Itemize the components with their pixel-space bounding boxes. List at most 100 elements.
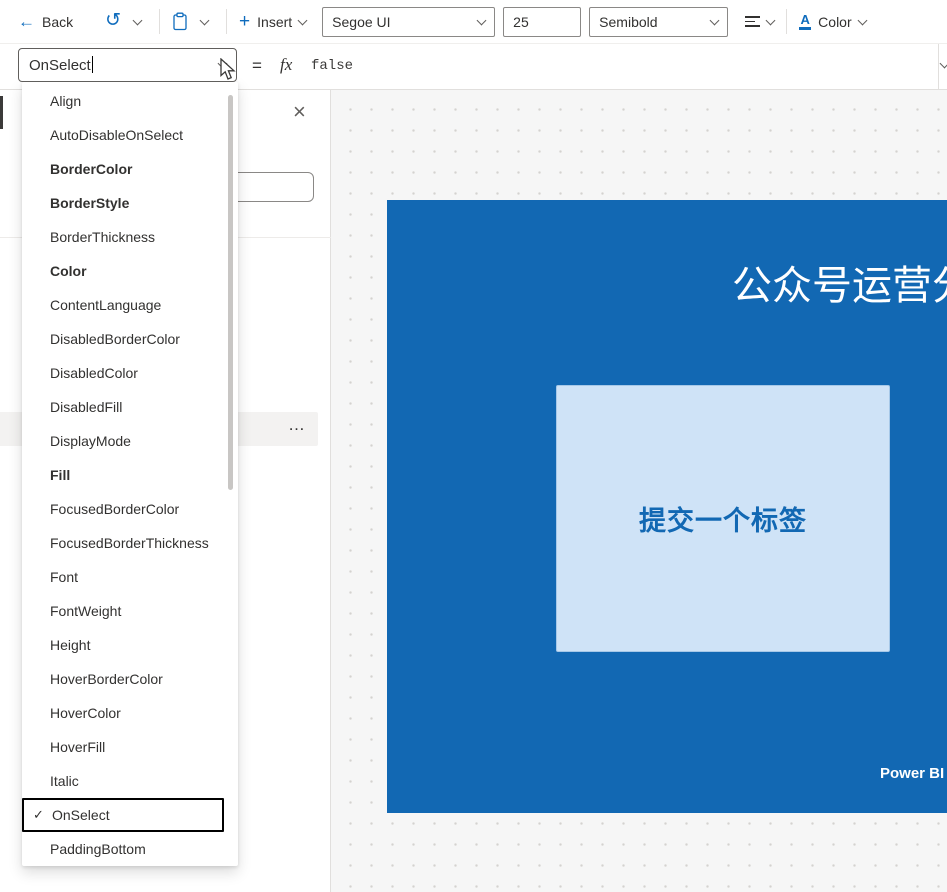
property-list-item[interactable]: DisabledBorderColor: [22, 322, 238, 356]
property-list-item[interactable]: Color: [22, 254, 238, 288]
font-size-value: 25: [513, 13, 529, 30]
property-list-item[interactable]: AutoDisableOnSelect: [22, 118, 238, 152]
insert-label: Insert: [257, 13, 293, 30]
property-list-item-label: Color: [50, 263, 87, 279]
property-list-item-label: FocusedBorderThickness: [50, 535, 209, 551]
toolbar-divider: [226, 9, 228, 34]
power-apps-studio: ← Back ↺ + Insert Segoe UI 25 Semibold A…: [0, 0, 947, 892]
property-list-item-label: HoverFill: [50, 739, 106, 755]
tile-button-label: 提交一个标签: [639, 506, 807, 536]
property-list-item[interactable]: HoverColor: [22, 696, 238, 730]
property-list-item[interactable]: PaddingBottom: [22, 832, 238, 866]
chevron-down-icon: [765, 15, 776, 25]
property-list-item[interactable]: Font: [22, 560, 238, 594]
text-caret: [91, 56, 93, 73]
undo-icon: ↺: [105, 10, 122, 31]
property-list-item-label: PaddingBottom: [50, 841, 146, 857]
property-list-item[interactable]: DisabledFill: [22, 390, 238, 424]
chevron-down-icon: [199, 15, 209, 25]
property-list-item[interactable]: ContentLanguage: [22, 288, 238, 322]
property-list-item[interactable]: HoverBorderColor: [22, 662, 238, 696]
power-bi-brand: Power BI: [880, 765, 945, 782]
property-list-item-label: Align: [50, 93, 82, 109]
back-button[interactable]: ← Back: [16, 6, 75, 38]
more-options-button[interactable]: …: [288, 415, 306, 435]
tile-button[interactable]: 提交一个标签: [556, 385, 890, 652]
text-align-icon: [745, 16, 761, 27]
font-size-dropdown[interactable]: 25: [503, 6, 582, 37]
property-list-item-label: FontWeight: [50, 603, 122, 619]
back-label: Back: [42, 13, 74, 30]
property-list-item[interactable]: BorderStyle: [22, 186, 238, 220]
property-dropdown-flyout: Align AutoDisableOnSelect BorderColor Borde…: [22, 82, 238, 866]
chevron-down-icon[interactable]: [217, 58, 228, 69]
property-list-item-label: Font: [50, 569, 79, 585]
toolbar-divider: [159, 9, 161, 34]
property-list-item-label: BorderColor: [50, 161, 133, 177]
property-list-item-label: Italic: [50, 773, 79, 789]
property-list-item[interactable]: BorderColor: [22, 152, 238, 186]
fx-icon: fx: [280, 55, 293, 74]
chevron-down-icon: [476, 15, 487, 25]
font-weight-value: Semibold: [599, 13, 658, 30]
flyout-scrollbar[interactable]: [228, 95, 233, 490]
close-icon[interactable]: ×: [293, 101, 306, 123]
property-list-item[interactable]: DisplayMode: [22, 424, 238, 458]
property-list-item[interactable]: HoverFill: [22, 730, 238, 764]
property-list-item-label: HoverBorderColor: [50, 671, 163, 687]
rail-selection-indicator: [0, 96, 3, 129]
undo-button[interactable]: ↺: [103, 6, 123, 38]
power-bi-tile[interactable]: 公众号运营分析 提交一个标签 Power BI: [387, 200, 947, 813]
property-selector-value: OnSelect: [29, 56, 93, 74]
paste-dropdown-button[interactable]: [192, 7, 216, 37]
color-button[interactable]: A Color: [797, 6, 868, 38]
property-list-item[interactable]: Height: [22, 628, 238, 662]
property-list-item[interactable]: Italic: [22, 764, 238, 798]
font-color-icon: A: [799, 13, 812, 30]
font-weight-dropdown[interactable]: Semibold: [589, 6, 729, 37]
clipboard-icon: [173, 12, 187, 31]
formula-bar-divider: [938, 44, 939, 90]
property-list-item-label: DisabledBorderColor: [50, 331, 180, 347]
canvas-design-surface[interactable]: 公众号运营分析 提交一个标签 Power BI: [331, 90, 947, 892]
property-list-item-label: BorderThickness: [50, 229, 156, 245]
toolbar-divider: [786, 9, 788, 34]
tile-title: 公众号运营分析: [732, 264, 947, 308]
property-list-item-label: DisplayMode: [50, 433, 131, 449]
chevron-down-icon: [709, 15, 720, 25]
font-family-dropdown[interactable]: Segoe UI: [322, 6, 496, 37]
property-list-item-label: Height: [50, 637, 91, 653]
property-list-item[interactable]: Fill: [22, 458, 238, 492]
property-list-item[interactable]: FontWeight: [22, 594, 238, 628]
property-list-item-label: BorderStyle: [50, 195, 130, 211]
property-list-item-label: FocusedBorderColor: [50, 501, 180, 517]
formula-expand-chevron[interactable]: [939, 58, 947, 69]
property-list-item-label: ContentLanguage: [50, 297, 162, 313]
property-list: Align AutoDisableOnSelect BorderColor Borde…: [22, 84, 238, 866]
property-selector[interactable]: OnSelect: [18, 48, 237, 82]
chevron-down-icon: [857, 15, 868, 25]
equals-sign: =: [252, 56, 262, 75]
property-list-item-label: DisabledFill: [50, 399, 123, 415]
formula-input[interactable]: false: [311, 58, 353, 74]
property-list-item[interactable]: ✓ OnSelect: [22, 798, 224, 832]
property-list-item[interactable]: FocusedBorderThickness: [22, 526, 238, 560]
font-family-value: Segoe UI: [332, 13, 391, 30]
property-list-item-label: Fill: [50, 467, 71, 483]
text-align-button[interactable]: [743, 6, 776, 38]
property-list-item-label: OnSelect: [52, 807, 110, 823]
property-list-item-label: HoverColor: [50, 705, 121, 721]
top-toolbar: ← Back ↺ + Insert Segoe UI 25 Semibold A…: [0, 0, 947, 44]
checkmark-icon: ✓: [33, 807, 44, 822]
insert-button[interactable]: + Insert: [237, 6, 308, 38]
property-list-item[interactable]: Align: [22, 84, 238, 118]
property-list-item[interactable]: DisabledColor: [22, 356, 238, 390]
undo-dropdown-button[interactable]: [125, 7, 149, 37]
color-label: Color: [818, 13, 852, 30]
paste-button[interactable]: [170, 6, 190, 38]
property-list-item-label: DisabledColor: [50, 365, 138, 381]
property-list-item[interactable]: FocusedBorderColor: [22, 492, 238, 526]
plus-icon: +: [239, 11, 251, 32]
property-list-item[interactable]: BorderThickness: [22, 220, 238, 254]
property-list-item-label: AutoDisableOnSelect: [50, 127, 184, 143]
